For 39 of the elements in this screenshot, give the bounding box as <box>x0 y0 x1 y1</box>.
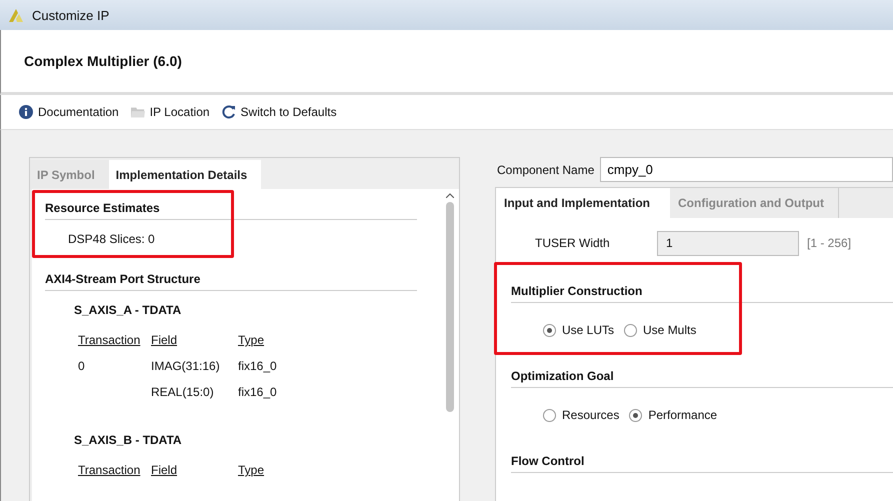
toolbar-button[interactable]: Documentation <box>15 103 123 121</box>
component-name-field[interactable]: cmpy_0 <box>600 157 893 182</box>
window-title: Customize IP <box>32 8 110 22</box>
radio-option[interactable]: Use LUTs <box>543 323 614 337</box>
section-heading: AXI4-Stream Port Structure <box>45 272 417 291</box>
table-cell: REAL(15:0) <box>151 385 214 399</box>
section-heading: Flow Control <box>511 454 893 473</box>
tab[interactable]: Implementation Details <box>108 160 262 189</box>
ip-title: Complex Multiplier (6.0) <box>24 53 182 69</box>
refresh-icon <box>222 105 236 119</box>
column-header: Field <box>151 333 178 347</box>
scroll-up-icon[interactable] <box>446 193 454 198</box>
section-heading: Optimization Goal <box>511 369 893 388</box>
range-hint: [1 - 256] <box>807 236 852 250</box>
estimate-text: DSP48 Slices: 0 <box>67 232 156 246</box>
table-cell: fix16_0 <box>238 385 277 399</box>
section-heading: Multiplier Construction <box>511 284 893 303</box>
table-cell: fix16_0 <box>238 359 277 373</box>
table-cell: 0 <box>78 359 85 373</box>
info-icon <box>19 105 33 119</box>
column-header: Field <box>151 463 178 477</box>
radio-option[interactable]: Use Mults <box>624 323 696 337</box>
tab[interactable]: Input and Implementation <box>496 188 670 218</box>
column-header: Type <box>238 333 266 347</box>
table-cell: IMAG(31:16) <box>151 359 220 373</box>
logo-icon <box>8 7 24 23</box>
toolbar-button[interactable]: Switch to Defaults <box>218 103 341 121</box>
port-name: S_AXIS_A - TDATA <box>74 303 182 317</box>
section-heading: Resource Estimates <box>45 201 417 220</box>
port-name: S_AXIS_B - TDATA <box>74 433 183 447</box>
field-label: Component Name <box>497 162 594 176</box>
radio-option[interactable]: Resources <box>543 408 620 422</box>
column-header: Transaction <box>78 463 140 477</box>
field-label: TUSER Width <box>534 236 611 250</box>
column-header: Type <box>238 463 264 477</box>
radio-option[interactable]: Performance <box>629 408 718 422</box>
column-header: Transaction <box>78 333 140 347</box>
folder-icon <box>130 105 145 119</box>
toolbar-button[interactable]: IP Location <box>126 103 214 121</box>
